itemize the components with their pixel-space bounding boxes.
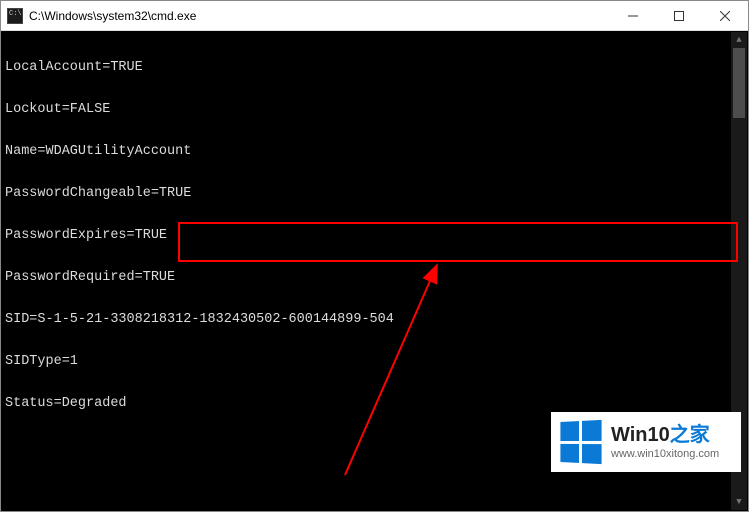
output-line: PasswordExpires=TRUE xyxy=(5,229,744,243)
watermark-text: Win10之家 www.win10xitong.com xyxy=(611,424,719,460)
output-line: PasswordChangeable=TRUE xyxy=(5,187,744,201)
blank-line xyxy=(5,481,744,495)
scroll-up-icon[interactable]: ▲ xyxy=(731,32,747,48)
watermark-url: www.win10xitong.com xyxy=(611,448,719,460)
minimize-button[interactable] xyxy=(610,1,656,30)
output-line: SIDType=1 xyxy=(5,355,744,369)
output-line: Status=Degraded xyxy=(5,397,744,411)
windows-logo-icon xyxy=(560,420,601,464)
maximize-button[interactable] xyxy=(656,1,702,30)
window-controls xyxy=(610,1,748,30)
window-title: C:\Windows\system32\cmd.exe xyxy=(29,9,610,23)
cmd-icon xyxy=(7,8,23,24)
output-line: PasswordRequired=TRUE xyxy=(5,271,744,285)
watermark: Win10之家 www.win10xitong.com xyxy=(551,412,741,472)
output-line: LocalAccount=TRUE xyxy=(5,61,744,75)
output-line: Name=WDAGUtilityAccount xyxy=(5,145,744,159)
scroll-down-icon[interactable]: ▼ xyxy=(731,494,747,510)
titlebar[interactable]: C:\Windows\system32\cmd.exe xyxy=(1,1,748,31)
output-line: Lockout=FALSE xyxy=(5,103,744,117)
scrollbar-thumb[interactable] xyxy=(733,48,745,118)
close-button[interactable] xyxy=(702,1,748,30)
output-line: SID=S-1-5-21-3308218312-1832430502-60014… xyxy=(5,313,744,327)
watermark-title: Win10之家 xyxy=(611,424,719,446)
